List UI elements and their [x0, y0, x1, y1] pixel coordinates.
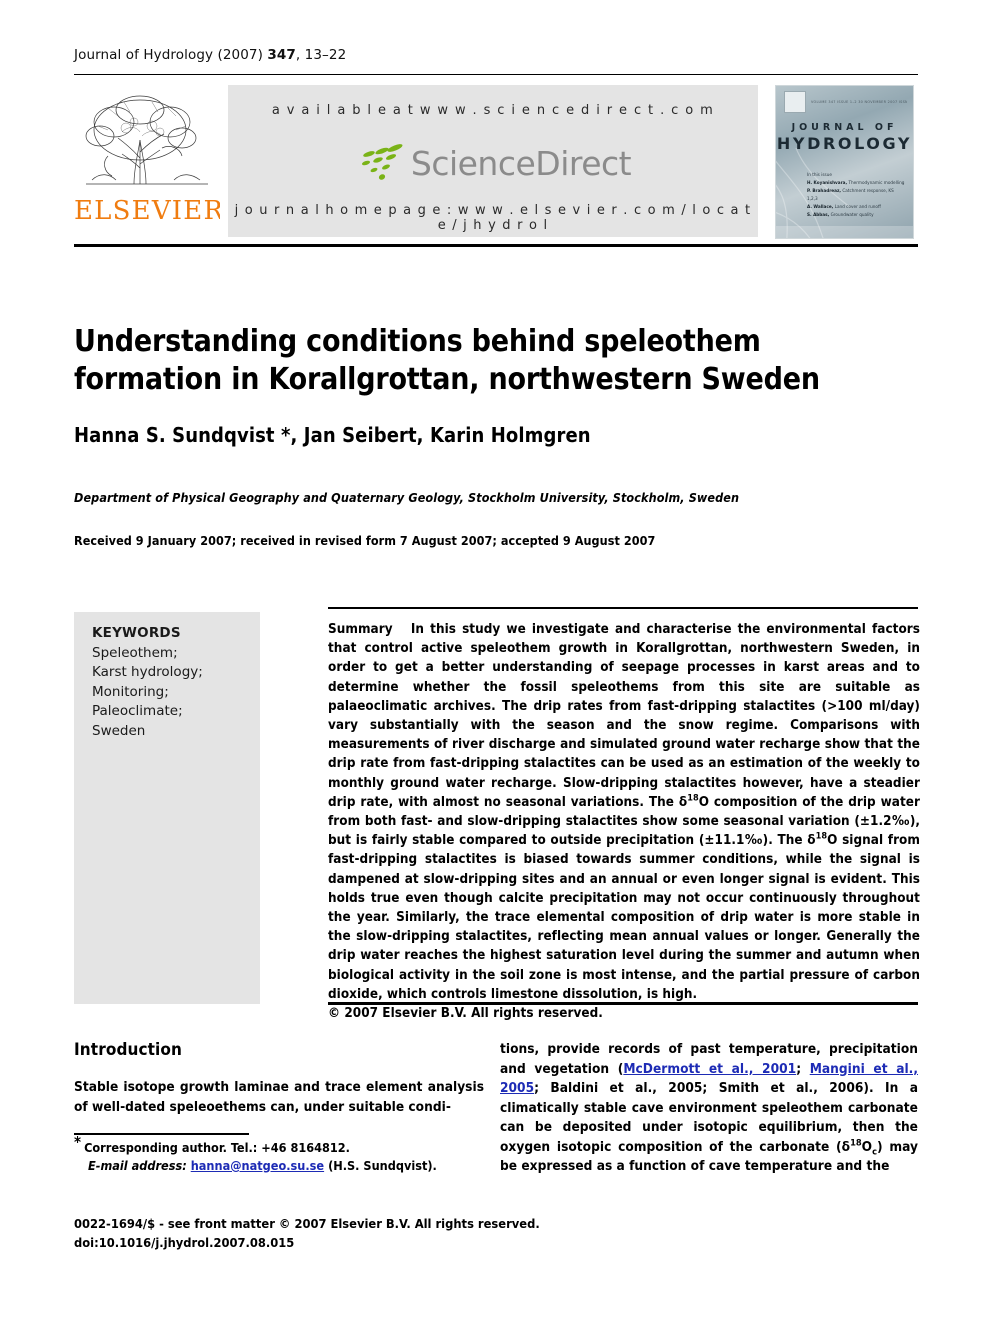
author-list: Hanna S. Sundqvist *, Jan Seibert, Karin…	[74, 423, 591, 447]
masthead: ELSEVIER a v a i l a b l e a t w w w . s…	[74, 80, 918, 242]
keywords-box: KEYWORDS Speleothem; Karst hydrology; Mo…	[74, 612, 260, 1004]
abstract-label: Summary	[328, 622, 393, 637]
email-label: E-mail address:	[88, 1158, 187, 1173]
abstract-part-1: In this study we investigate and charact…	[328, 622, 920, 810]
header-rule	[74, 74, 918, 75]
body-column-right: tions, provide records of past temperatu…	[500, 1040, 918, 1177]
keyword-item: Paleoclimate;	[92, 703, 183, 719]
delta-symbol: δ	[678, 794, 688, 810]
cover-bottom-band	[776, 226, 913, 238]
sciencedirect-logo: ScienceDirect	[228, 137, 758, 193]
masthead-rule	[74, 244, 918, 247]
cover-elsevier-mark-icon	[784, 91, 806, 113]
keywords-heading: KEYWORDS	[92, 625, 181, 641]
cover-toc-item-authors: S. Abbas,	[807, 212, 830, 217]
keyword-item: Monitoring;	[92, 683, 169, 700]
cover-toc: In this issue H. Koyanishvara, Thermodyn…	[807, 171, 905, 219]
front-matter-line: 0022-1694/$ - see front matter © 2007 El…	[74, 1217, 540, 1232]
page-footer: 0022-1694/$ - see front matter © 2007 El…	[74, 1216, 594, 1253]
asterisk-icon: *	[74, 1132, 82, 1151]
isotope-18-sup: 18	[815, 831, 828, 842]
keyword-item: Karst hydrology;	[92, 664, 203, 680]
isotope-18-sup: 18	[850, 1136, 862, 1148]
abstract-rule-bottom	[328, 1002, 918, 1005]
cover-toc-item-authors: H. Koyanishvara,	[807, 180, 848, 185]
cover-toc-item: A. Wallace, Land cover and runoff	[807, 203, 905, 211]
abstract-part-3: signal from fast-dripping stalactites is…	[328, 833, 920, 1002]
doi-line: doi:10.1016/j.jhydrol.2007.08.015	[74, 1235, 295, 1251]
running-head-journal: Journal of Hydrology	[74, 47, 214, 63]
elsevier-logo: ELSEVIER	[74, 84, 220, 238]
delta-symbol: δ	[807, 833, 816, 849]
paper-page: Journal of Hydrology (2007) 347, 13–22 E…	[0, 0, 992, 1323]
oxygen-symbol: O	[827, 833, 838, 849]
introduction-heading: Introduction	[74, 1040, 182, 1060]
cover-topbar: VOLUME 347 ISSUE 1–2 30 NOVEMBER 2007 IS…	[784, 91, 907, 113]
journal-cover-thumbnail: VOLUME 347 ISSUE 1–2 30 NOVEMBER 2007 IS…	[775, 85, 914, 239]
sciencedirect-wordmark: ScienceDirect	[410, 143, 632, 183]
running-head-pages: , 13–22	[295, 47, 347, 63]
abstract-rule-top	[328, 607, 918, 609]
oxygen-symbol: O	[861, 1138, 873, 1155]
elsevier-tree-icon	[85, 95, 208, 185]
email-note: E-mail address: hanna@natgeo.su.se (H.S.…	[74, 1157, 486, 1175]
abstract-copyright: © 2007 Elsevier B.V. All rights reserved…	[328, 1006, 603, 1022]
delta-symbol: δ	[841, 1138, 851, 1155]
corresponding-author-text: Corresponding author. Tel.: +46 8164812.	[84, 1140, 350, 1155]
article-history: Received 9 January 2007; received in rev…	[74, 533, 656, 548]
introduction-paragraph-right: tions, provide records of past temperatu…	[500, 1040, 918, 1177]
footnote: * Corresponding author. Tel.: +46 8164812…	[74, 1134, 486, 1175]
cover-toc-item: S. Abbas, Groundwater quality	[807, 211, 905, 219]
journal-homepage-text: j o u r n a l h o m e p a g e : w w w . …	[234, 203, 752, 233]
sciencedirect-band: a v a i l a b l e a t w w w . s c i e n …	[228, 85, 758, 237]
citation-link-mcdermott[interactable]: McDermott et al., 2001	[623, 1061, 796, 1077]
cover-toc-item-title: Groundwater quality	[830, 212, 874, 217]
elsevier-wordmark: ELSEVIER	[74, 196, 220, 226]
cover-toc-item-title: Land cover and runoff	[834, 204, 881, 209]
running-head: Journal of Hydrology (2007) 347, 13–22	[74, 47, 346, 63]
cover-issue-line: VOLUME 347 ISSUE 1–2 30 NOVEMBER 2007 IS…	[811, 100, 907, 104]
running-head-volume: 347	[267, 47, 296, 63]
body-column-left: Introduction Stable isotope growth lamin…	[74, 1040, 484, 1117]
keyword-item: Speleothem;	[92, 644, 178, 661]
cover-toc-item: P. Brahadreaz, Catchment response, KS 1,…	[807, 187, 905, 203]
citation-separator: ;	[796, 1060, 810, 1077]
footnote-rule	[74, 1133, 249, 1135]
cover-toc-heading: In this issue	[807, 172, 832, 177]
page-title: Understanding conditions behind speleoth…	[74, 324, 820, 398]
oxygen-symbol: O	[698, 794, 709, 810]
available-at-text: a v a i l a b l e a t w w w . s c i e n …	[271, 103, 715, 118]
affiliation: Department of Physical Geography and Qua…	[74, 490, 740, 505]
cover-title-line1: JOURNAL OF	[791, 122, 898, 133]
corresponding-author-note: * Corresponding author. Tel.: +46 8164812…	[74, 1134, 486, 1157]
cover-title: JOURNAL OF HYDROLOGY	[776, 122, 913, 153]
keywords-list: KEYWORDS Speleothem; Karst hydrology; Mo…	[92, 624, 250, 741]
abstract: Summary In this study we investigate and…	[328, 620, 920, 1023]
introduction-paragraph-left: Stable isotope growth laminae and trace …	[74, 1079, 484, 1115]
cover-toc-item-title: Thermodynamic modelling	[848, 180, 905, 185]
cover-title-line2: HYDROLOGY	[776, 134, 913, 153]
cover-toc-item: H. Koyanishvara, Thermodynamic modelling	[807, 179, 905, 187]
email-link[interactable]: hanna@natgeo.su.se	[191, 1158, 324, 1173]
cover-toc-item-authors: P. Brahadreaz,	[807, 188, 841, 193]
sciencedirect-leaves-icon	[361, 143, 403, 180]
running-head-year: (2007)	[217, 47, 263, 63]
cover-toc-item-authors: A. Wallace,	[807, 204, 834, 209]
isotope-18-sup: 18	[687, 793, 699, 804]
email-owner: (H.S. Sundqvist).	[328, 1158, 437, 1173]
keyword-item: Sweden	[92, 722, 146, 739]
